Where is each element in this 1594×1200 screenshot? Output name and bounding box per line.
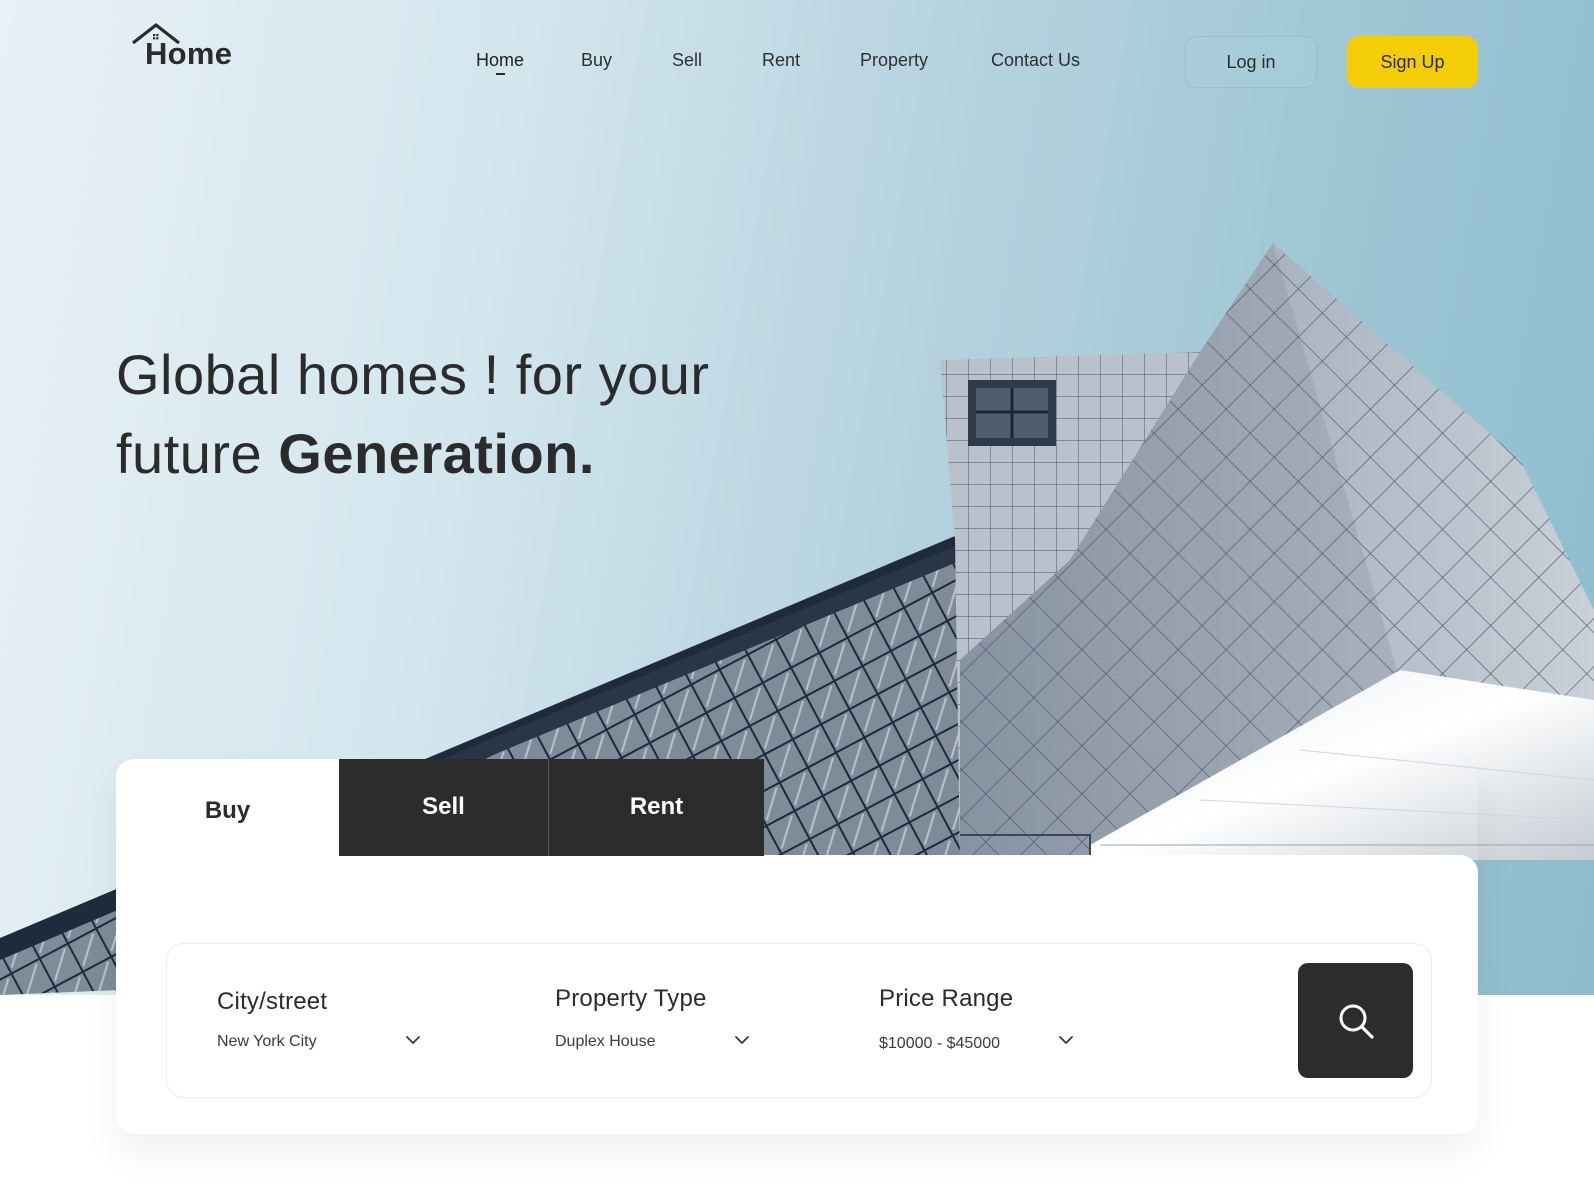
brand-logo[interactable]: Home bbox=[131, 22, 241, 72]
property-type-label: Property Type bbox=[555, 985, 707, 1012]
chevron-down-icon[interactable] bbox=[405, 1035, 421, 1045]
price-range-select[interactable]: $10000 - $45000 bbox=[879, 1035, 1000, 1053]
chevron-down-icon[interactable] bbox=[1058, 1035, 1074, 1045]
tab-sell[interactable]: Sell bbox=[339, 759, 548, 856]
hero-headline: Global homes ! for your future Generatio… bbox=[116, 335, 796, 493]
nav-item-rent[interactable]: Rent bbox=[762, 50, 800, 71]
login-button[interactable]: Log in bbox=[1185, 36, 1317, 88]
headline-line2-bold: Generation. bbox=[278, 422, 595, 485]
signup-button[interactable]: Sign Up bbox=[1347, 36, 1478, 88]
tab-rent[interactable]: Rent bbox=[549, 759, 764, 856]
search-button[interactable] bbox=[1298, 963, 1413, 1078]
nav-item-home[interactable]: Home bbox=[476, 50, 524, 71]
headline-line1: Global homes ! for your bbox=[116, 343, 710, 406]
headline-line2-light: future bbox=[116, 422, 279, 485]
nav-item-contact-us[interactable]: Contact Us bbox=[991, 50, 1080, 71]
brand-name: Home bbox=[145, 36, 233, 71]
city-street-label: City/street bbox=[217, 988, 328, 1015]
tab-buy[interactable]: Buy bbox=[116, 759, 339, 856]
price-range-label: Price Range bbox=[879, 985, 1014, 1012]
city-street-select[interactable]: New York City bbox=[217, 1033, 317, 1051]
property-type-select[interactable]: Duplex House bbox=[555, 1033, 656, 1051]
search-icon bbox=[1339, 1004, 1374, 1039]
search-form bbox=[166, 943, 1432, 1098]
nav-active-indicator bbox=[496, 73, 505, 75]
nav-item-sell[interactable]: Sell bbox=[672, 50, 702, 71]
nav-item-buy[interactable]: Buy bbox=[581, 50, 612, 71]
nav-item-property[interactable]: Property bbox=[860, 50, 928, 71]
chevron-down-icon[interactable] bbox=[734, 1035, 750, 1045]
